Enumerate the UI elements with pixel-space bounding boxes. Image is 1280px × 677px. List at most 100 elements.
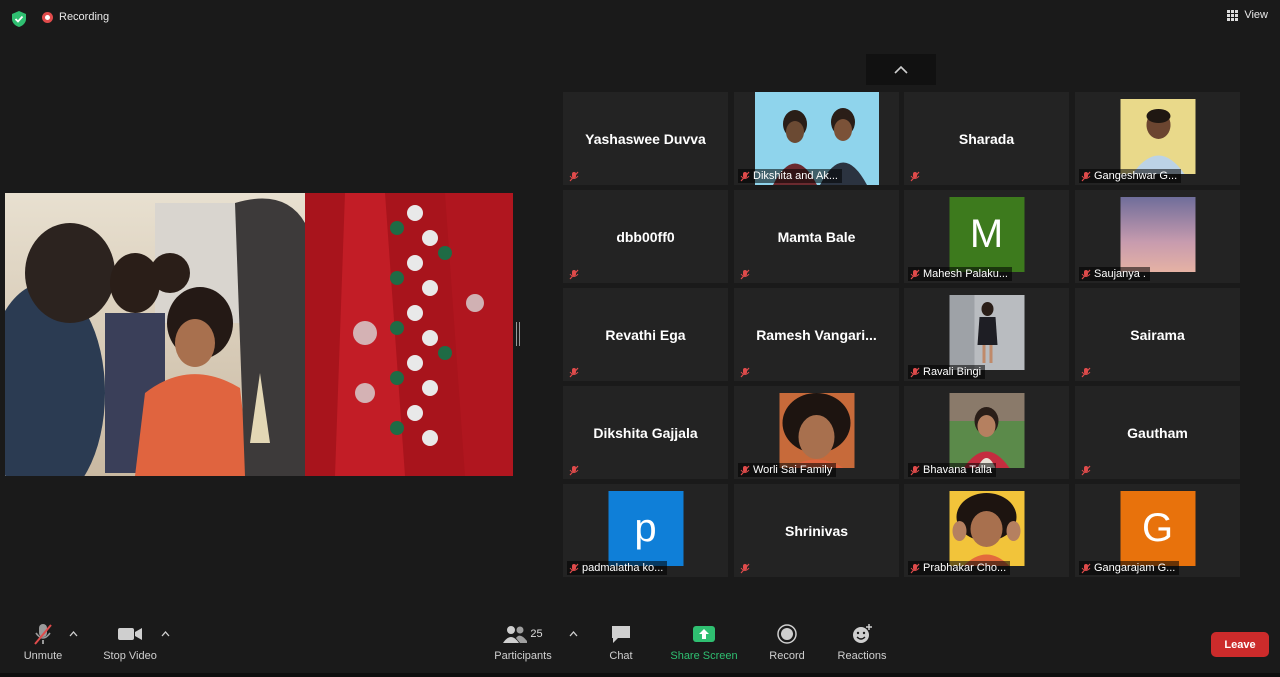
participant-photo bbox=[949, 393, 1024, 468]
participant-photo bbox=[1120, 197, 1195, 272]
participant-label: Mahesh Palaku... bbox=[908, 267, 1012, 281]
participant-tile[interactable]: Revathi Ega bbox=[563, 288, 728, 381]
shared-screen-image bbox=[5, 193, 513, 476]
participant-tile[interactable]: Worli Sai Family bbox=[734, 386, 899, 479]
share-screen-icon bbox=[693, 626, 715, 642]
muted-mic-icon bbox=[910, 563, 920, 573]
participants-button[interactable]: 25 Participants bbox=[483, 622, 563, 672]
participant-display-name: Gautham bbox=[1127, 424, 1188, 441]
security-shield-icon[interactable] bbox=[10, 10, 28, 28]
stop-video-button[interactable]: Stop Video bbox=[90, 622, 170, 672]
participant-label bbox=[567, 365, 583, 379]
muted-mic-icon bbox=[569, 465, 579, 475]
grid-view-icon bbox=[1227, 9, 1239, 21]
participant-tile[interactable]: p padmalatha ko... bbox=[563, 484, 728, 577]
participants-options-caret[interactable] bbox=[567, 629, 579, 639]
unmute-label: Unmute bbox=[23, 650, 63, 662]
participant-tile[interactable]: Ramesh Vangari... bbox=[734, 288, 899, 381]
stop-video-label: Stop Video bbox=[103, 650, 157, 662]
muted-mic-icon bbox=[740, 269, 750, 279]
participant-display-name: Revathi Ega bbox=[605, 326, 686, 343]
participant-label: Ravali Bingi bbox=[908, 365, 986, 379]
chevron-up-icon bbox=[69, 631, 77, 637]
recording-label: Recording bbox=[59, 11, 110, 23]
leave-meeting-button[interactable]: Leave bbox=[1211, 632, 1269, 657]
participant-tile[interactable]: M Mahesh Palaku... bbox=[904, 190, 1069, 283]
share-screen-button[interactable]: Share Screen bbox=[664, 622, 744, 672]
chat-button[interactable]: Chat bbox=[581, 622, 661, 672]
participant-tile[interactable]: Dikshita Gajjala bbox=[563, 386, 728, 479]
muted-mic-icon bbox=[569, 171, 579, 181]
chevron-up-icon bbox=[161, 631, 169, 637]
participant-label: Dikshita and Ak... bbox=[738, 169, 842, 183]
chat-bubble-icon bbox=[612, 626, 630, 643]
participant-name: Prabhakar Cho... bbox=[923, 562, 1007, 574]
chevron-up-icon bbox=[894, 65, 908, 74]
participant-tile[interactable]: G Gangarajam G... bbox=[1075, 484, 1240, 577]
participants-icon bbox=[503, 626, 528, 643]
muted-mic-icon bbox=[1081, 563, 1091, 573]
muted-mic-icon bbox=[569, 269, 579, 279]
participants-count: 25 bbox=[530, 628, 543, 640]
participant-tile[interactable]: Ravali Bingi bbox=[904, 288, 1069, 381]
participant-initial-avatar: p bbox=[608, 491, 683, 566]
audio-options-caret[interactable] bbox=[67, 629, 79, 639]
participant-name: Ravali Bingi bbox=[923, 366, 982, 378]
participant-tile[interactable]: Gautham bbox=[1075, 386, 1240, 479]
participant-tile[interactable]: Mamta Bale bbox=[734, 190, 899, 283]
participant-tile[interactable]: Prabhakar Cho... bbox=[904, 484, 1069, 577]
participant-tile[interactable]: Sharada bbox=[904, 92, 1069, 185]
record-icon bbox=[777, 624, 797, 644]
muted-mic-icon bbox=[910, 465, 920, 475]
participant-tile[interactable]: Yashaswee Duvva bbox=[563, 92, 728, 185]
participant-tile[interactable]: Bhavana Talla bbox=[904, 386, 1069, 479]
participant-tile[interactable]: dbb00ff0 bbox=[563, 190, 728, 283]
participant-tile[interactable]: Sairama bbox=[1075, 288, 1240, 381]
participant-label: Worli Sai Family bbox=[738, 463, 837, 477]
muted-mic-icon bbox=[740, 465, 750, 475]
participant-label bbox=[567, 463, 583, 477]
muted-mic-icon bbox=[1081, 465, 1091, 475]
participant-name: Gangarajam G... bbox=[1094, 562, 1176, 574]
participant-tile[interactable]: Shrinivas bbox=[734, 484, 899, 577]
muted-mic-icon bbox=[740, 367, 750, 377]
participant-display-name: Ramesh Vangari... bbox=[756, 326, 877, 343]
muted-mic-icon bbox=[910, 269, 920, 279]
participant-display-name: Yashaswee Duvva bbox=[585, 130, 706, 147]
reactions-button[interactable]: Reactions bbox=[822, 622, 902, 672]
participant-label bbox=[908, 169, 924, 183]
participant-label: Gangeshwar G... bbox=[1079, 169, 1182, 183]
reactions-smiley-icon bbox=[853, 624, 872, 643]
record-button[interactable]: Record bbox=[747, 622, 827, 672]
taskbar-edge bbox=[0, 673, 1280, 677]
participant-tile[interactable]: Gangeshwar G... bbox=[1075, 92, 1240, 185]
participant-label bbox=[1079, 463, 1095, 477]
gallery-scroll-up-button[interactable] bbox=[866, 54, 936, 85]
participant-tile[interactable]: Saujanya . bbox=[1075, 190, 1240, 283]
panel-splitter-handle[interactable] bbox=[516, 322, 520, 346]
chevron-up-icon bbox=[569, 631, 577, 637]
participant-name: Bhavana Talla bbox=[923, 464, 992, 476]
participant-display-name: Dikshita Gajjala bbox=[593, 424, 698, 441]
participant-name: padmalatha ko... bbox=[582, 562, 664, 574]
participant-name: Saujanya . bbox=[1094, 268, 1146, 280]
recording-indicator[interactable]: Recording bbox=[42, 11, 109, 23]
participant-initial-avatar: M bbox=[949, 197, 1024, 272]
participant-photo bbox=[949, 295, 1024, 370]
view-label: View bbox=[1244, 9, 1268, 21]
muted-mic-icon bbox=[569, 563, 579, 573]
reactions-label: Reactions bbox=[837, 650, 887, 662]
participant-name: Dikshita and Ak... bbox=[753, 170, 838, 182]
participant-tile[interactable]: Dikshita and Ak... bbox=[734, 92, 899, 185]
participant-name: Worli Sai Family bbox=[753, 464, 833, 476]
participant-label: Gangarajam G... bbox=[1079, 561, 1180, 575]
participant-label bbox=[567, 169, 583, 183]
participants-label: Participants bbox=[494, 650, 552, 662]
shared-screen-video bbox=[5, 193, 513, 476]
participant-label: Prabhakar Cho... bbox=[908, 561, 1011, 575]
participant-photo bbox=[779, 393, 854, 468]
view-button[interactable]: View bbox=[1227, 9, 1268, 21]
video-options-caret[interactable] bbox=[159, 629, 171, 639]
muted-mic-icon bbox=[910, 367, 920, 377]
muted-mic-icon bbox=[740, 563, 750, 573]
